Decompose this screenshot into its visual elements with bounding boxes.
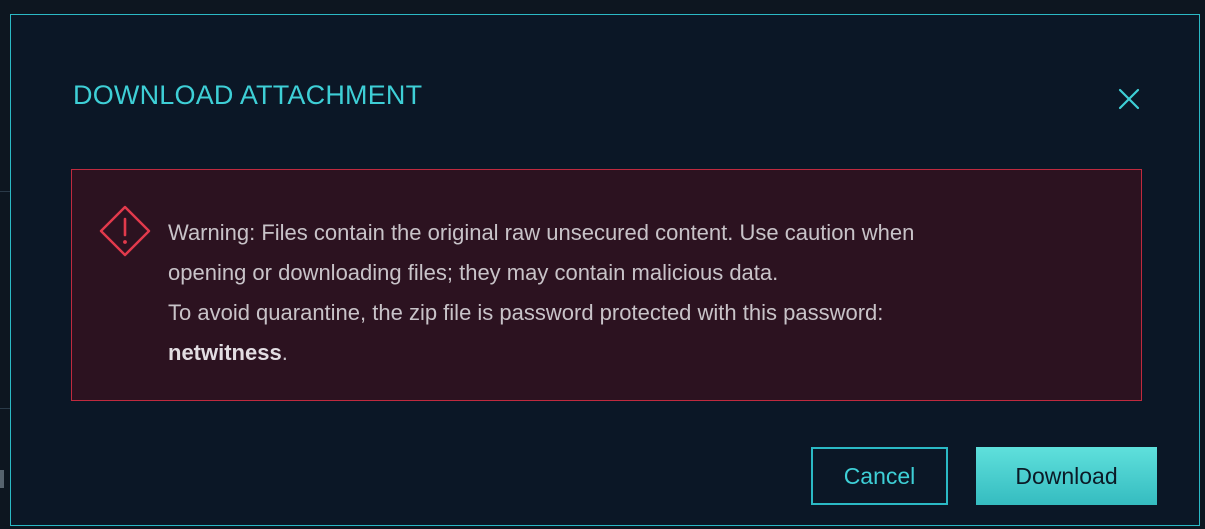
warning-diamond-icon <box>99 205 151 257</box>
download-button[interactable]: Download <box>976 447 1157 505</box>
password-suffix: . <box>281 340 288 365</box>
warning-line: Warning: Files contain the original raw … <box>168 220 915 245</box>
download-attachment-dialog: DOWNLOAD ATTACHMENT Warning: Files conta… <box>10 14 1200 526</box>
zip-password: netwitness <box>168 340 282 365</box>
password-line: netwitness. <box>168 333 1118 373</box>
warning-text: Warning: Files contain the original raw … <box>168 213 1118 373</box>
background-scroll-tick <box>0 470 4 488</box>
close-button[interactable] <box>1109 79 1149 119</box>
dialog-title: DOWNLOAD ATTACHMENT <box>73 80 423 110</box>
warning-message-box: Warning: Files contain the original raw … <box>71 169 1142 401</box>
warning-line: opening or downloading files; they may c… <box>168 260 779 285</box>
cancel-button[interactable]: Cancel <box>811 447 948 505</box>
warning-line: To avoid quarantine, the zip file is pas… <box>168 300 884 325</box>
close-icon <box>1118 88 1140 110</box>
